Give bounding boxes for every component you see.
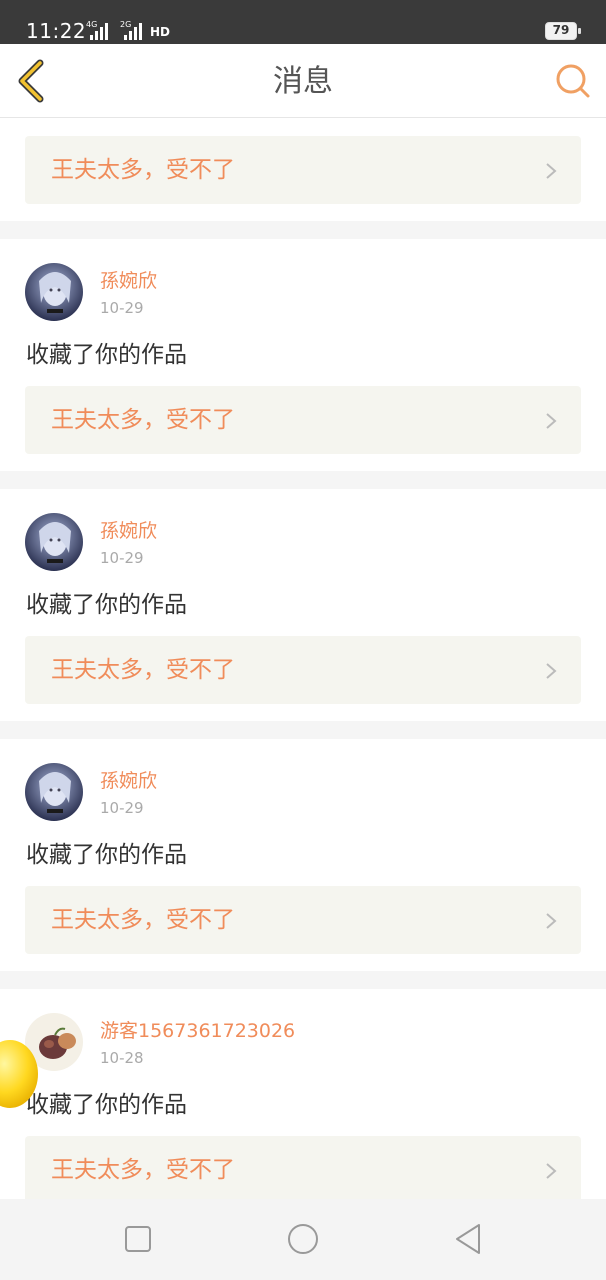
circle-icon[interactable] <box>286 1221 320 1257</box>
triangle-back-icon[interactable] <box>451 1221 485 1257</box>
username[interactable]: 游客1567361723026 <box>100 1018 295 1044</box>
username[interactable]: 孫婉欣 <box>100 518 157 544</box>
list-item: 孫婉欣 10-29 收藏了你的作品 王夫太多，受不了 <box>0 739 606 971</box>
status-bar: 11:22 4G 2G HD 79 <box>0 0 606 44</box>
system-nav-bar <box>0 1199 606 1280</box>
network-indicators: 4G 2G HD <box>82 18 178 42</box>
timestamp: 10-28 <box>100 1049 144 1067</box>
work-link[interactable]: 王夫太多，受不了 <box>25 886 581 954</box>
chevron-right-icon <box>546 913 557 929</box>
work-title: 王夫太多，受不了 <box>51 1157 235 1183</box>
signal-2g-icon: 2G <box>116 20 142 42</box>
timestamp: 10-29 <box>100 299 144 317</box>
work-link[interactable]: 王夫太多，受不了 <box>25 386 581 454</box>
chevron-right-icon <box>546 663 557 679</box>
work-link[interactable]: 王夫太多，受不了 <box>25 136 581 204</box>
username[interactable]: 孫婉欣 <box>100 768 157 794</box>
nav-bar: 消息 <box>0 44 606 118</box>
chevron-right-icon <box>546 1163 557 1179</box>
work-title: 王夫太多，受不了 <box>51 907 235 933</box>
work-title: 王夫太多，受不了 <box>51 157 235 183</box>
hd-voice-icon: HD <box>150 25 171 39</box>
search-icon[interactable] <box>554 62 592 100</box>
action-text: 收藏了你的作品 <box>26 592 187 618</box>
list-item: 孫婉欣 10-29 收藏了你的作品 王夫太多，受不了 <box>0 489 606 721</box>
list-item: 孫婉欣 10-29 收藏了你的作品 王夫太多，受不了 <box>0 239 606 471</box>
battery-icon: 79 <box>545 22 581 40</box>
work-link[interactable]: 王夫太多，受不了 <box>25 1136 581 1199</box>
work-title: 王夫太多，受不了 <box>51 407 235 433</box>
avatar[interactable] <box>25 513 83 571</box>
action-text: 收藏了你的作品 <box>26 842 187 868</box>
timestamp: 10-29 <box>100 549 144 567</box>
floating-lemon-icon[interactable] <box>0 1038 40 1110</box>
username[interactable]: 孫婉欣 <box>100 268 157 294</box>
message-list[interactable]: 王夫太多，受不了 孫婉欣 10-29 收藏了你的作品 王夫太多，受不了 孫婉欣 … <box>0 118 606 1199</box>
work-title: 王夫太多，受不了 <box>51 657 235 683</box>
action-text: 收藏了你的作品 <box>26 342 187 368</box>
list-item: 游客1567361723026 10-28 收藏了你的作品 王夫太多，受不了 <box>0 989 606 1199</box>
chevron-right-icon <box>546 163 557 179</box>
action-text: 收藏了你的作品 <box>26 1092 187 1118</box>
avatar[interactable] <box>25 763 83 821</box>
signal-4g-icon: 4G <box>82 20 108 42</box>
page-title: 消息 <box>273 64 333 99</box>
list-item: 王夫太多，受不了 <box>0 118 606 221</box>
chevron-right-icon <box>546 413 557 429</box>
status-time: 11:22 <box>26 19 87 43</box>
timestamp: 10-29 <box>100 799 144 817</box>
square-icon[interactable] <box>121 1221 155 1257</box>
work-link[interactable]: 王夫太多，受不了 <box>25 636 581 704</box>
avatar[interactable] <box>25 263 83 321</box>
